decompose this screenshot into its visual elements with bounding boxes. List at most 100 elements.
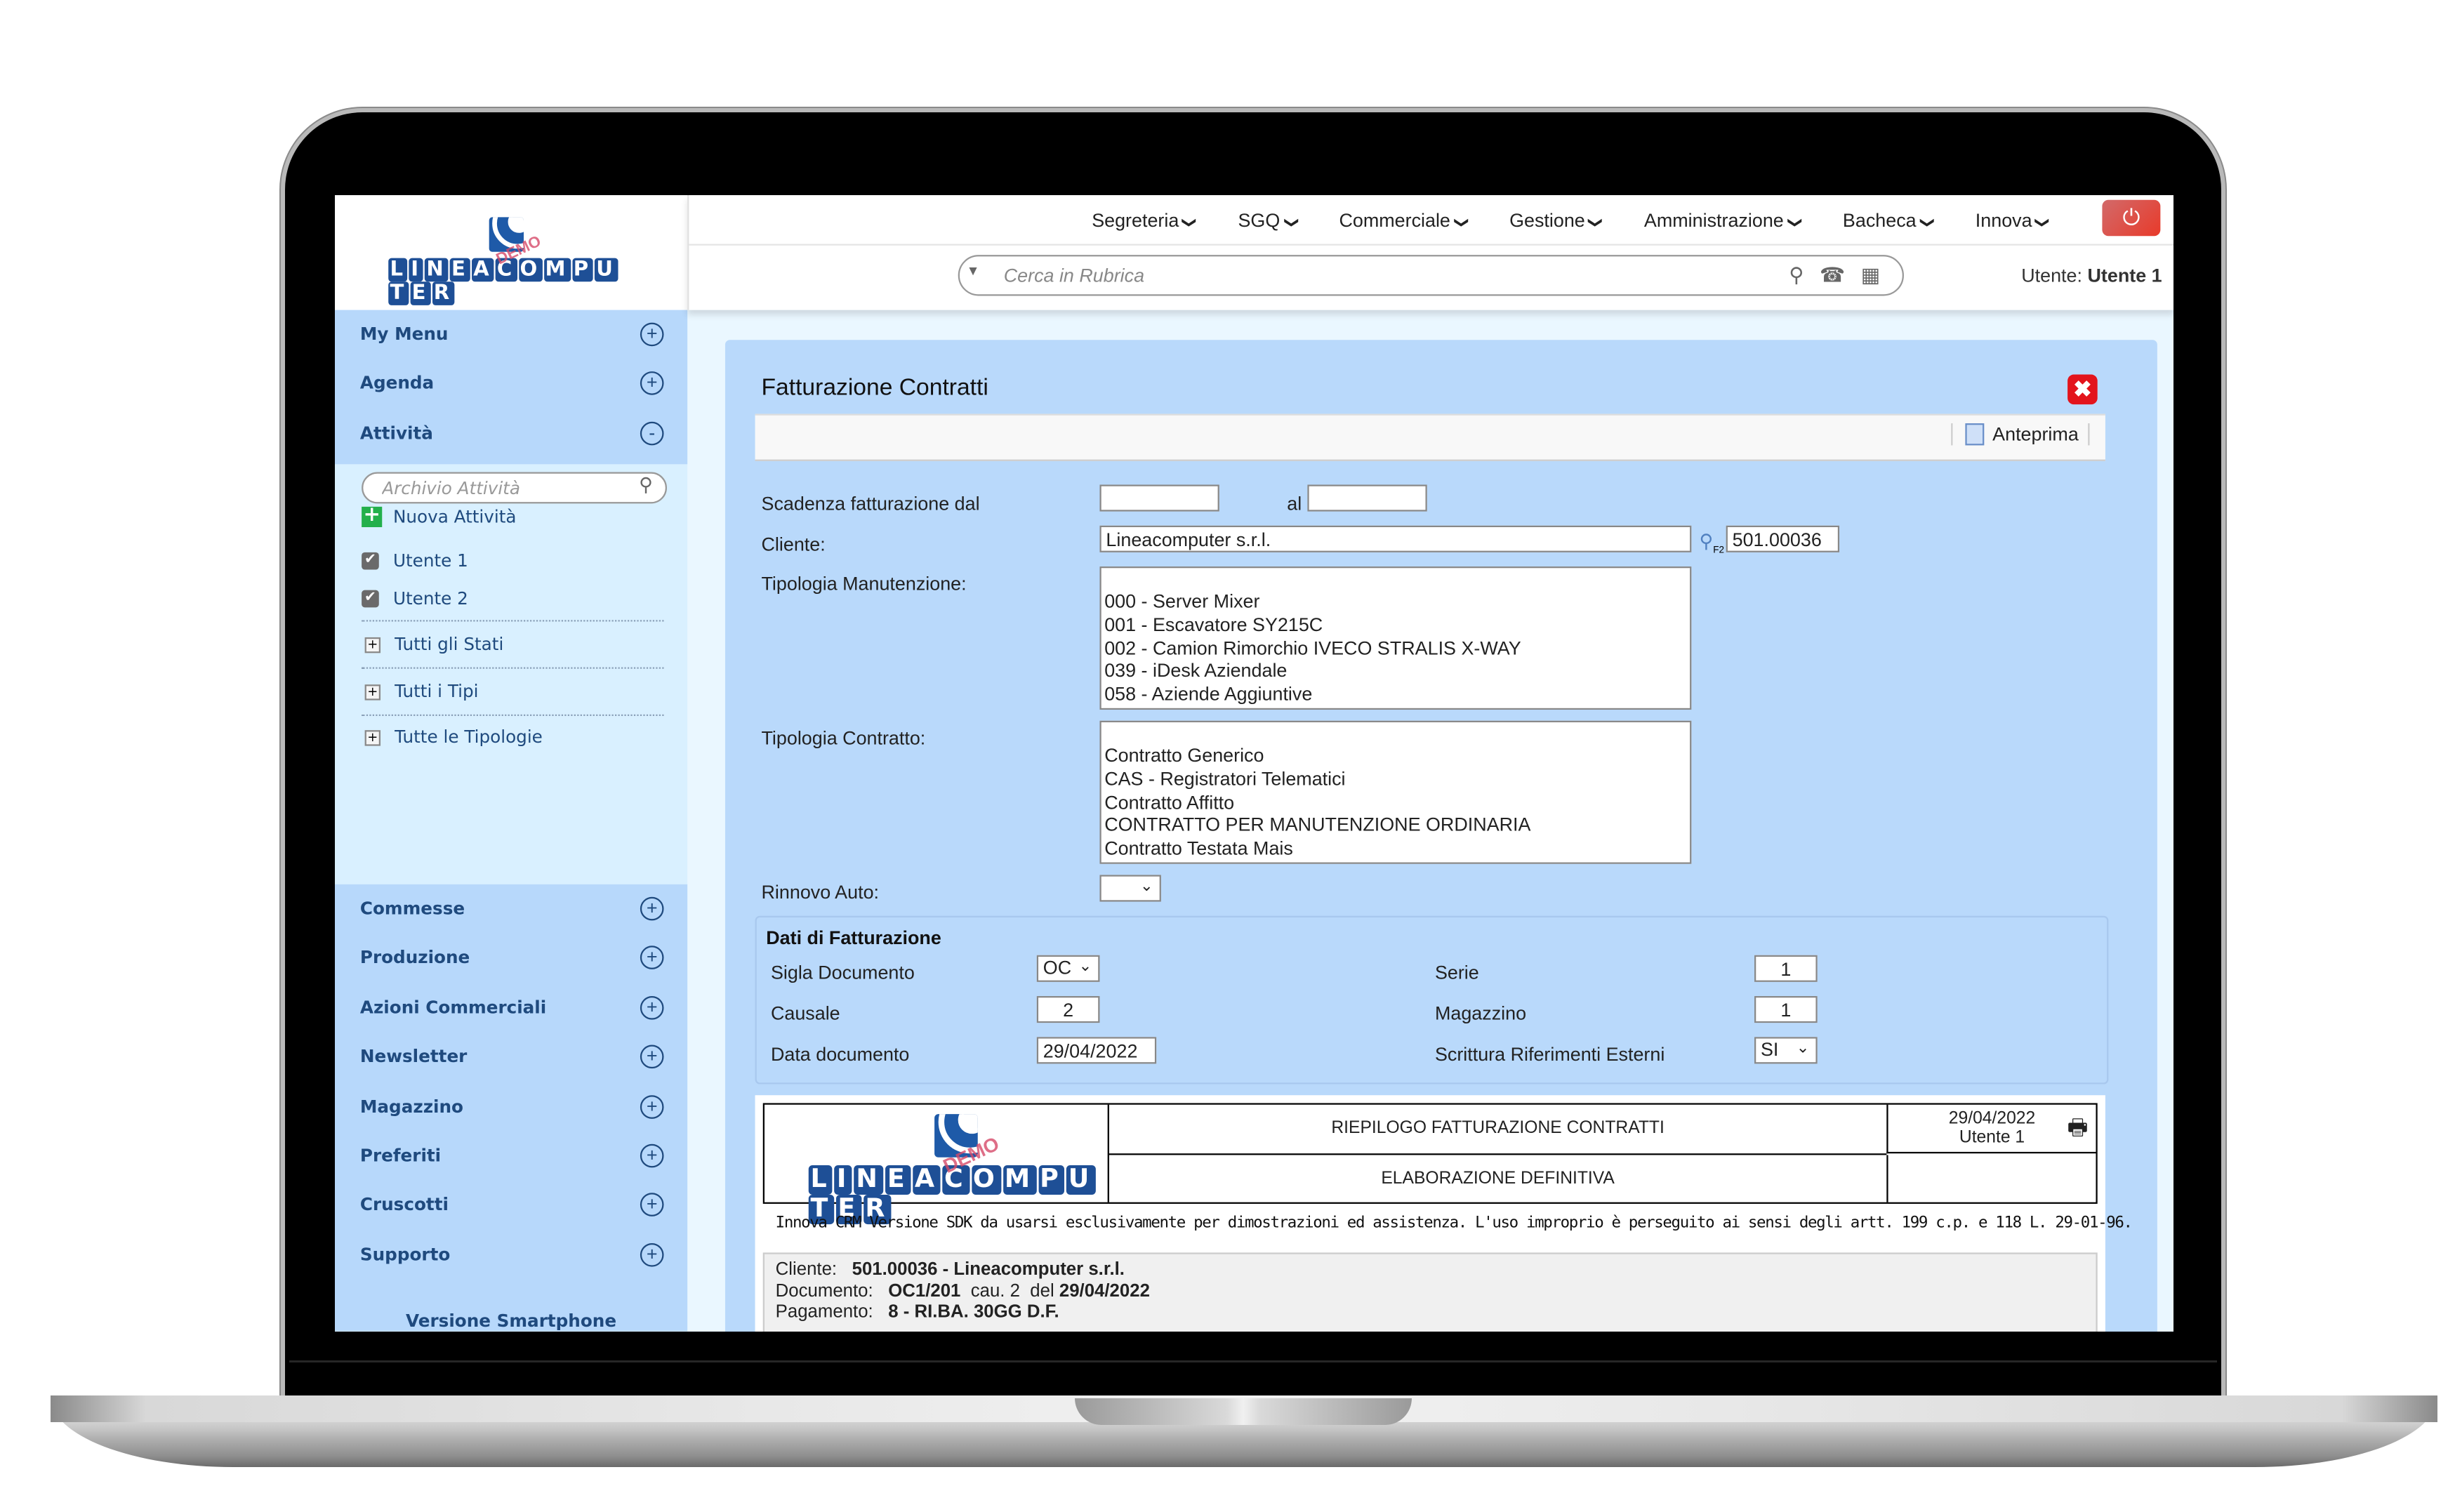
tree-expand-icon[interactable]: + — [364, 729, 381, 745]
nav-label: Bacheca — [1842, 209, 1917, 232]
causale-input[interactable] — [1036, 996, 1100, 1023]
cliente-input[interactable] — [1099, 525, 1692, 552]
manutenzione-option[interactable]: 001 - Escavatore SY215C — [1101, 614, 1690, 637]
manutenzione-listbox[interactable]: 000 - Server Mixer 001 - Escavatore SY215… — [1099, 566, 1692, 710]
search-icon[interactable]: ⚲ — [639, 474, 653, 496]
archivio-attivita-search[interactable]: ⚲ — [362, 472, 667, 504]
chevron-down-icon: ❯ — [2035, 216, 2052, 229]
lookup-search-icon[interactable]: ⚲F2 — [1700, 530, 1724, 556]
nav-sgq[interactable]: SGQ ❯ — [1238, 209, 1299, 231]
sidebar-top-group: My Menu + Agenda + Attività - — [335, 310, 688, 465]
search-icon[interactable]: ⚲ — [1789, 263, 1804, 288]
sidebar-item-commesse[interactable]: Commesse + — [335, 884, 687, 934]
versione-smartphone-link[interactable]: Versione Smartphone — [335, 1311, 687, 1331]
user-filter-utente-2[interactable]: ✔ Utente 2 — [362, 588, 468, 609]
manutenzione-option[interactable]: 058 - Aziende Aggiuntive — [1101, 683, 1690, 706]
lineacomputer-logo[interactable]: L I N E A C O M P UT E R DEMO — [388, 217, 640, 305]
logout-button[interactable]: ⏻ — [2102, 199, 2161, 237]
lookup-hint: F2 — [1713, 546, 1725, 557]
scadenza-from-input[interactable] — [1099, 484, 1219, 512]
manutenzione-option[interactable]: 002 - Camion Rimorchio IVECO STRALIS X-W… — [1101, 637, 1690, 660]
report-documento-date: 29/04/2022 — [1059, 1281, 1150, 1301]
logo-letter: T — [388, 281, 409, 305]
expand-icon[interactable]: + — [640, 322, 664, 347]
search-actions: ⚲ ☎ ▦ — [1789, 263, 1880, 288]
logo-letter: E — [885, 1165, 911, 1195]
sidebar-item-azioni-commerciali[interactable]: Azioni Commerciali + — [335, 983, 687, 1033]
nav-amministrazione[interactable]: Amministrazione ❯ — [1644, 209, 1803, 231]
scadenza-to-input[interactable] — [1307, 484, 1427, 512]
report-documento-code: OC1/201 — [888, 1281, 961, 1301]
anteprima-button[interactable]: Anteprima — [1951, 423, 2090, 446]
magazzino-input[interactable] — [1754, 996, 1818, 1023]
add-icon: + — [362, 505, 383, 527]
manutenzione-option[interactable]: 039 - iDesk Aziendale — [1101, 660, 1690, 683]
sigla-select[interactable]: OC ⌄ — [1036, 955, 1100, 982]
collapse-icon[interactable]: - — [640, 421, 664, 445]
filter-tutti-i-tipi[interactable]: + Tutti i Tipi — [362, 682, 479, 702]
phone-icon[interactable]: ☎ — [1820, 263, 1845, 288]
checkbox-checked-icon[interactable]: ✔ — [362, 552, 379, 570]
sidebar-item-agenda[interactable]: Agenda + — [335, 359, 687, 409]
report-pagamento-row: Pagamento: 8 - RI.BA. 30GG D.F. — [776, 1303, 2085, 1324]
sidebar-item-preferiti[interactable]: Preferiti + — [335, 1132, 687, 1181]
checkbox-checked-icon[interactable]: ✔ — [362, 590, 379, 608]
expand-icon[interactable]: + — [640, 1045, 664, 1069]
logo-letter: M — [543, 258, 571, 282]
sidebar-item-cruscotti[interactable]: Cruscotti + — [335, 1181, 687, 1230]
expand-icon[interactable]: + — [640, 946, 664, 970]
filter-tutte-le-tipologie[interactable]: + Tutte le Tipologie — [362, 727, 543, 748]
cliente-code-input[interactable] — [1726, 525, 1840, 552]
chevron-down-icon[interactable]: ▾ — [969, 263, 977, 280]
contratto-option[interactable]: Contratto Affitto — [1101, 791, 1690, 814]
filter-tutti-gli-stati[interactable]: + Tutti gli Stati — [362, 634, 503, 655]
print-icon[interactable]: 🖶 — [2067, 1115, 2089, 1137]
expand-icon[interactable]: + — [640, 1242, 664, 1267]
serie-input[interactable] — [1754, 955, 1818, 982]
user-filter-utente-1[interactable]: ✔ Utente 1 — [362, 551, 468, 571]
expand-icon[interactable]: + — [640, 995, 664, 1020]
sidebar-item-magazzino[interactable]: Magazzino + — [335, 1082, 687, 1131]
archivio-attivita-input[interactable] — [378, 477, 621, 500]
report-date-cell: 29/04/2022 Utente 1 🖶 — [1886, 1104, 2096, 1154]
expand-icon[interactable]: + — [640, 896, 664, 921]
nav-segreteria[interactable]: Segreteria ❯ — [1092, 209, 1198, 231]
contratto-option[interactable]: CONTRATTO PER MANUTENZIONE ORDINARIA — [1101, 814, 1690, 837]
sidebar-item-my-menu[interactable]: My Menu + — [335, 310, 687, 359]
laptop-notch — [1075, 1398, 1412, 1425]
nav-commerciale[interactable]: Commerciale ❯ — [1339, 209, 1469, 231]
magazzino-label: Magazzino — [1434, 1002, 1527, 1025]
sidebar-item-supporto[interactable]: Supporto + — [335, 1230, 687, 1279]
rinnovo-select[interactable]: ⌄ — [1099, 875, 1161, 902]
nav-gestione[interactable]: Gestione ❯ — [1509, 209, 1604, 232]
expand-icon[interactable]: + — [640, 371, 664, 396]
contratto-option[interactable]: Contratto Testata Mais — [1101, 837, 1690, 861]
sidebar-item-attivita[interactable]: Attività - — [335, 409, 687, 458]
tree-expand-icon[interactable]: + — [364, 684, 381, 700]
expand-icon[interactable]: + — [640, 1193, 664, 1217]
report-user: Utente 1 — [1959, 1128, 2025, 1148]
expand-icon[interactable]: + — [640, 1143, 664, 1168]
expand-icon[interactable]: + — [640, 1094, 664, 1118]
rubrica-search[interactable]: ▾ ⚲ ☎ ▦ — [958, 255, 1904, 296]
contratto-option[interactable]: CAS - Registratori Telematici — [1101, 768, 1690, 791]
nav-bacheca[interactable]: Bacheca ❯ — [1842, 209, 1936, 232]
calendar-icon[interactable]: ▦ — [1861, 263, 1881, 288]
tree-expand-icon[interactable]: + — [364, 636, 381, 653]
close-button[interactable]: ✖ — [2067, 374, 2098, 405]
contratto-listbox[interactable]: Contratto Generico CAS - Registratori Tel… — [1099, 720, 1692, 864]
chevron-down-icon: ❯ — [1919, 216, 1936, 229]
nuova-attivita-link[interactable]: + Nuova Attività — [362, 505, 516, 527]
nav-innova[interactable]: Innova ❯ — [1976, 209, 2052, 231]
contratto-option[interactable]: Contratto Generico — [1101, 744, 1690, 767]
laptop-screen: L I N E A C O M P UT E R DEMO My Menu + Agenda + At… — [335, 195, 2173, 1332]
chevron-down-icon: ❯ — [1283, 216, 1299, 229]
nav-label: Gestione — [1509, 209, 1585, 232]
rubrica-search-input[interactable] — [1000, 261, 1763, 290]
chevron-down-icon: ❯ — [1588, 216, 1605, 229]
scrittura-select[interactable]: SI ⌄ — [1754, 1037, 1818, 1064]
data-documento-input[interactable] — [1036, 1037, 1157, 1064]
sidebar-item-produzione[interactable]: Produzione + — [335, 934, 687, 983]
manutenzione-option[interactable]: 000 - Server Mixer — [1101, 590, 1690, 614]
sidebar-item-newsletter[interactable]: Newsletter + — [335, 1033, 687, 1082]
